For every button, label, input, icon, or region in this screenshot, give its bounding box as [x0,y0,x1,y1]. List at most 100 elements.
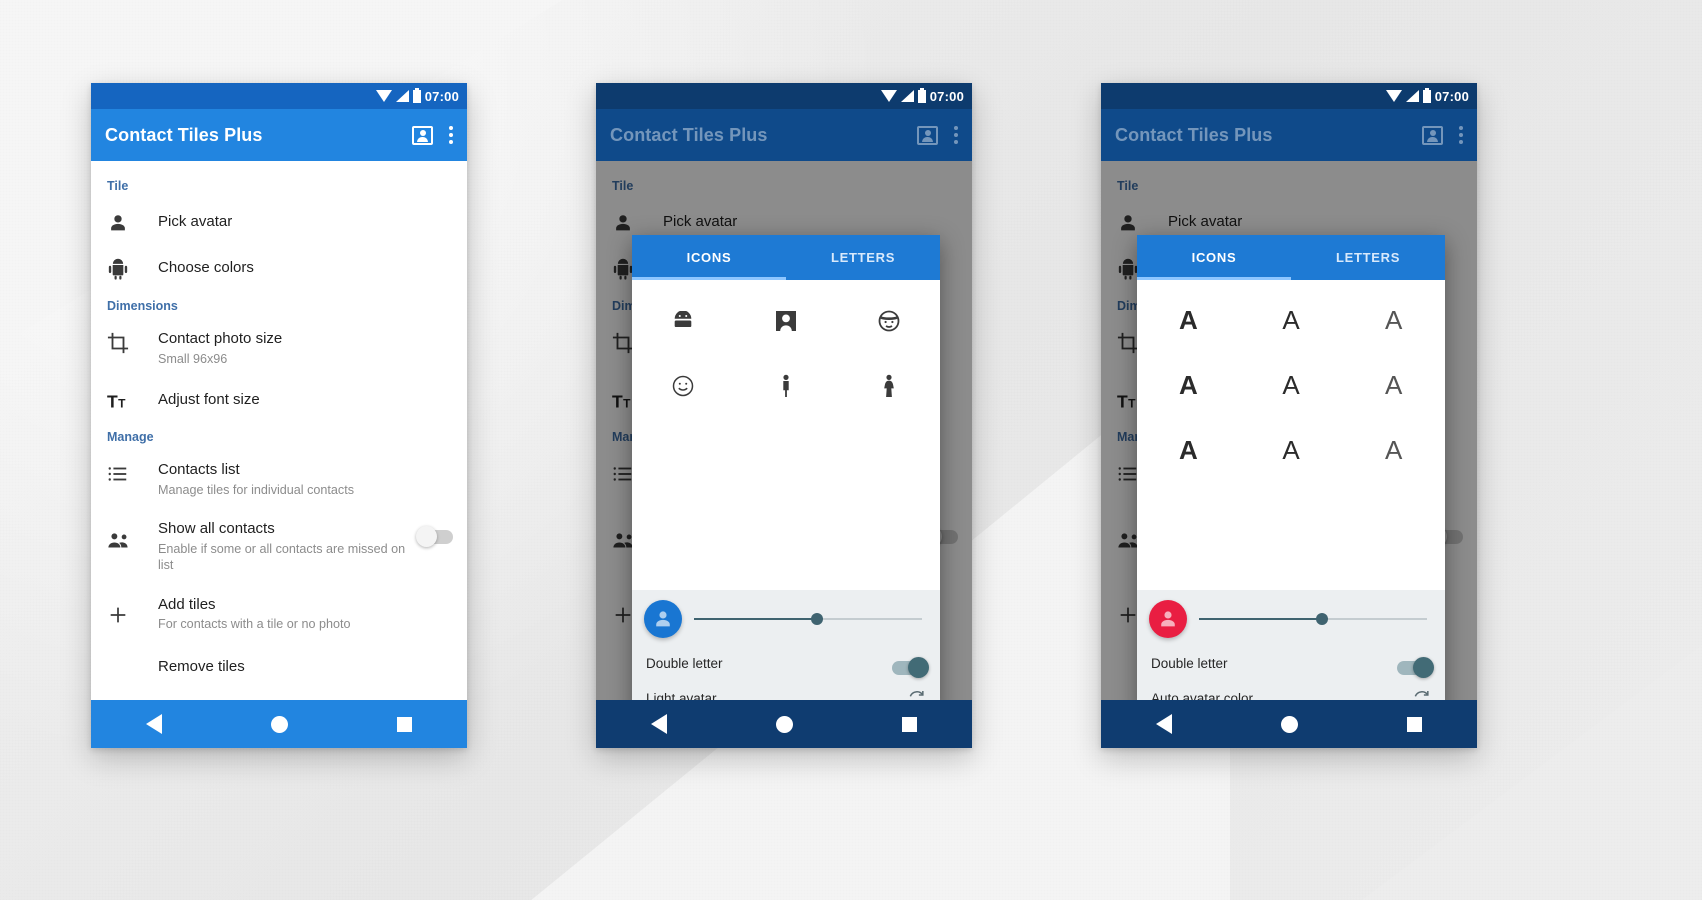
signal-icon [900,90,914,102]
letter-glyph: A [1178,435,1198,465]
recents-button[interactable] [1407,716,1423,732]
settings-list: Tile Pick avatar Choose colors Dimension… [91,161,467,688]
slider-thumb[interactable] [811,613,824,625]
face-icon[interactable] [837,288,940,353]
wifi-icon [375,89,392,102]
list-item-adjust-font-size[interactable]: T T Adjust font size [91,378,467,422]
tab-letters[interactable]: LETTERS [1291,235,1445,280]
phone-screenshot-letters-dialog: 07:00 Contact Tiles Plus Tile Pick avata… [1101,83,1477,748]
list-item-remove-tiles[interactable]: Remove tiles [91,644,467,688]
smiley-icon[interactable] [632,353,735,418]
letter-cell[interactable]: A [1240,288,1343,353]
list-item-pick-avatar[interactable]: Pick avatar [91,199,467,245]
phone-screenshot-icons-dialog: 07:00 Contact Tiles Plus Tile Pick avata… [596,83,972,748]
double-letter-toggle[interactable] [1397,657,1434,678]
back-button[interactable] [650,714,667,734]
tab-icons[interactable]: ICONS [1137,235,1291,280]
letter-glyph: A [1178,305,1198,335]
letter-cell[interactable]: A [1240,418,1343,483]
recents-button[interactable] [397,716,413,732]
overflow-menu-icon[interactable] [954,126,958,144]
list-item-text: Choose colors [141,259,453,278]
avatar-size-slider[interactable] [1199,608,1427,630]
list-item-text: Contacts list Manage tiles for individua… [141,461,453,498]
refresh-icon[interactable] [1412,689,1431,700]
list-item-show-all-contacts[interactable]: Show all contacts Enable if some or all … [91,509,467,584]
android-head-icon[interactable] [632,288,735,353]
letter-cell[interactable]: A [1137,353,1240,418]
list-item-text: Contact photo size Small 96x96 [141,330,453,367]
back-button[interactable] [1155,714,1172,734]
letter-cell[interactable]: A [1342,418,1445,483]
overflow-menu-icon[interactable] [449,126,453,144]
list-item-title: Choose colors [158,258,254,276]
wifi-icon [1385,89,1402,102]
overflow-menu-icon[interactable] [1459,126,1463,144]
home-button[interactable] [775,715,793,733]
list-item-title: Add tiles [158,595,216,613]
settings-content: Tile Pick avatar Choose colors [596,161,972,700]
letter-cell[interactable]: A [1137,418,1240,483]
font-size-icon: T T [107,389,141,412]
option-label: Auto avatar color [1151,691,1254,700]
show-all-contacts-toggle[interactable] [416,526,453,548]
contact-card-icon[interactable] [1422,125,1443,145]
list-item-text: Adjust font size [141,391,453,410]
minus-icon [107,658,141,660]
people-icon [107,520,141,550]
letter-cell[interactable]: A [1342,288,1445,353]
home-button[interactable] [270,715,288,733]
list-item-add-tiles[interactable]: Add tiles For contacts with a tile or no… [91,585,467,644]
letter-grid: A A A A A A A A A [1137,280,1445,590]
list-item-subtitle: Small 96x96 [158,351,228,366]
avatar-picker-dialog-letters: ICONS LETTERS A A A A A A A A A Double l… [1137,235,1445,700]
avatar-preview-row [1137,590,1445,644]
slider-thumb[interactable] [1316,613,1329,625]
recents-button[interactable] [902,716,918,732]
status-bar: 07:00 [596,83,972,109]
contact-portrait-icon[interactable] [735,288,838,353]
contact-card-icon[interactable] [412,125,433,145]
avatar-size-slider[interactable] [694,608,922,630]
slider-fill [694,618,818,620]
letter-glyph: A [1178,370,1198,400]
double-letter-toggle[interactable] [892,657,929,678]
app-title: Contact Tiles Plus [1115,124,1273,145]
refresh-icon[interactable] [907,689,926,700]
plus-icon [107,596,141,626]
avatar-preview[interactable] [1149,600,1187,638]
man-icon[interactable] [735,353,838,418]
list-item-text: Add tiles For contacts with a tile or no… [141,596,453,633]
svg-text:T: T [107,392,118,412]
wifi-icon [880,89,897,102]
dialog-tabs: ICONS LETTERS [1137,235,1445,280]
app-bar: Contact Tiles Plus [1101,109,1477,161]
tab-icons[interactable]: ICONS [632,235,786,280]
letter-cell[interactable]: A [1240,353,1343,418]
home-button[interactable] [1280,715,1298,733]
avatar-preview-row [632,590,940,644]
app-bar: Contact Tiles Plus [91,109,467,161]
list-item-contact-photo-size[interactable]: Contact photo size Small 96x96 [91,319,467,378]
list-item-title: Pick avatar [158,212,233,230]
letter-cell[interactable]: A [1137,288,1240,353]
contact-card-icon[interactable] [917,125,938,145]
back-button[interactable] [145,714,162,734]
option-double-letter[interactable]: Double letter [1137,644,1445,682]
list-item-choose-colors[interactable]: Choose colors [91,245,467,291]
option-double-letter[interactable]: Double letter [632,644,940,682]
option-label: Double letter [1151,655,1228,671]
letter-cell[interactable]: A [1342,353,1445,418]
list-item-contacts-list[interactable]: Contacts list Manage tiles for individua… [91,450,467,509]
list-item-text: Pick avatar [141,213,453,232]
option-light-avatar[interactable]: Light avatar [632,682,940,700]
list-item-subtitle: Manage tiles for individual contacts [158,482,355,497]
status-bar: 07:00 [91,83,467,109]
list-item-title: Remove tiles [158,657,245,675]
dialog-bottom-controls: Double letter Auto avatar color [1137,590,1445,700]
avatar-preview[interactable] [644,600,682,638]
app-bar-actions [412,125,453,145]
tab-letters[interactable]: LETTERS [786,235,940,280]
woman-icon[interactable] [837,353,940,418]
option-auto-avatar-color[interactable]: Auto avatar color [1137,682,1445,700]
